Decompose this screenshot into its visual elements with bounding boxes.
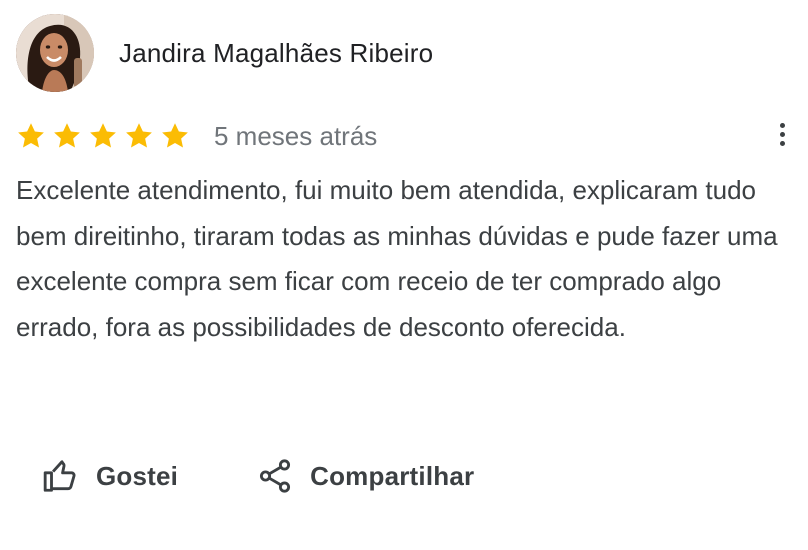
review-actions: Gostei Compartilhar bbox=[42, 452, 474, 500]
more-vert-icon-dot bbox=[779, 131, 785, 137]
review-header: Jandira Magalhães Ribeiro bbox=[16, 14, 433, 92]
rating-row: 5 meses atrás bbox=[16, 116, 377, 156]
author-name[interactable]: Jandira Magalhães Ribeiro bbox=[119, 38, 433, 69]
star-icon bbox=[52, 121, 82, 151]
like-button[interactable]: Gostei bbox=[42, 452, 178, 500]
review-card: Jandira Magalhães Ribeiro 5 meses atrás bbox=[0, 0, 808, 550]
review-text: Excelente atendimento, fui muito bem ate… bbox=[16, 175, 778, 342]
like-label: Gostei bbox=[96, 460, 179, 491]
star-icon bbox=[16, 121, 46, 151]
avatar[interactable] bbox=[16, 14, 94, 92]
star-icon bbox=[124, 121, 154, 151]
avatar-image bbox=[16, 14, 94, 92]
star-icon bbox=[160, 121, 190, 151]
review-date: 5 meses atrás bbox=[214, 120, 378, 151]
more-vert-icon-dot bbox=[779, 140, 785, 146]
share-icon bbox=[256, 457, 294, 495]
share-button[interactable]: Compartilhar bbox=[256, 452, 474, 500]
thumbs-up-icon bbox=[42, 457, 80, 495]
star-rating bbox=[16, 121, 196, 151]
more-options-button[interactable] bbox=[768, 114, 796, 154]
share-label: Compartilhar bbox=[310, 460, 475, 491]
star-icon bbox=[88, 121, 118, 151]
more-vert-icon bbox=[779, 122, 785, 128]
